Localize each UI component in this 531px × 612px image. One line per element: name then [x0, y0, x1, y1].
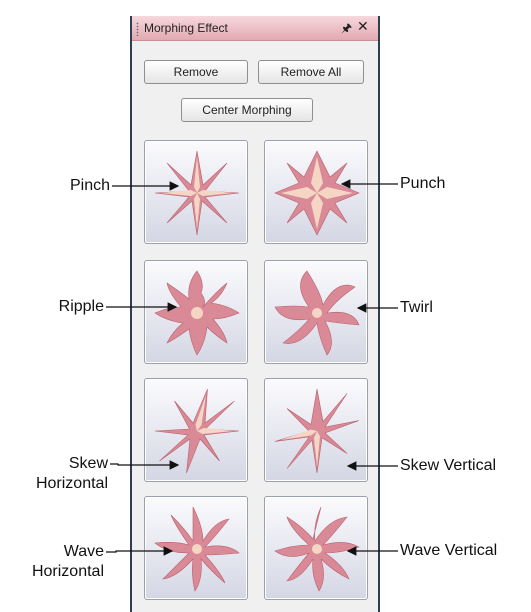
wave-horizontal-arrow [106, 546, 174, 556]
skew-horizontal-callout-line1: Skew [68, 455, 108, 472]
punch-callout: Punch [400, 175, 446, 192]
skew-horizontal-callout-line2: Horizontal [35, 475, 108, 492]
wave-horizontal-callout-line1: Wave [63, 543, 104, 560]
pinch-callout: Pinch [69, 177, 110, 194]
skew-horizontal-arrow [110, 460, 180, 470]
wave-vertical-callout: Wave Vertical [400, 542, 498, 559]
skew-vertical-callout: Skew Vertical [400, 457, 497, 474]
ripple-callout: Ripple [58, 298, 104, 315]
wave-horizontal-callout-line2: Horizontal [31, 563, 104, 580]
twirl-callout: Twirl [400, 299, 433, 316]
